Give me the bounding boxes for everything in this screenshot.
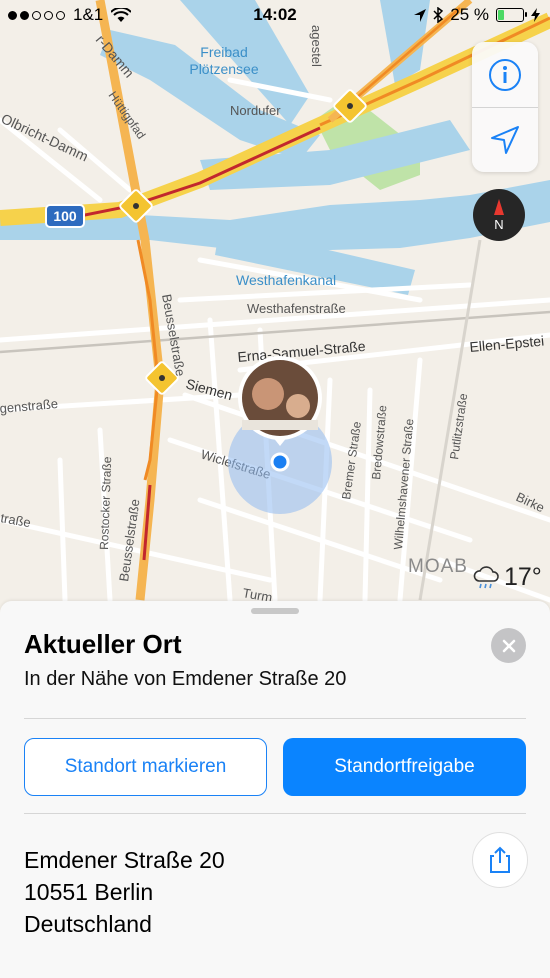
map-controls	[472, 42, 538, 172]
address-block: Emdener Straße 20 10551 Berlin Deutschla…	[24, 844, 225, 940]
map-label-ageste: agestel	[309, 25, 324, 67]
card-title: Aktueller Ort	[24, 629, 182, 659]
tracking-button[interactable]	[472, 107, 538, 172]
status-bar: 1&1 14:02 25 %	[0, 0, 550, 30]
address-country: Deutschland	[24, 911, 152, 937]
share-location-button[interactable]: Standortfreigabe	[283, 738, 526, 796]
weather-indicator: 17°	[472, 563, 542, 592]
share-icon	[490, 846, 510, 873]
info-icon	[489, 58, 521, 91]
sheet-grabber[interactable]	[251, 608, 299, 614]
location-arrow-icon	[491, 125, 519, 154]
highway-shield: 100	[45, 204, 85, 228]
battery-percent: 25 %	[450, 5, 489, 24]
svg-text:N: N	[494, 217, 503, 232]
address-city: 10551 Berlin	[24, 879, 154, 905]
address-street: Emdener Straße 20	[24, 847, 225, 873]
info-button[interactable]	[472, 42, 538, 108]
svg-text:100: 100	[53, 208, 77, 224]
divider	[24, 718, 526, 719]
current-location-dot[interactable]	[270, 452, 290, 472]
map-label-westhafenkanal: Westhafenkanal	[236, 272, 336, 288]
bluetooth-icon	[433, 7, 444, 23]
location-card: Aktueller Ort In der Nähe von Emdener St…	[0, 601, 550, 978]
compass-button[interactable]: N	[473, 189, 525, 241]
temperature: 17°	[504, 563, 542, 591]
close-button[interactable]	[491, 628, 526, 663]
card-subtitle: In der Nähe von Emdener Straße 20	[24, 668, 347, 690]
close-icon	[502, 639, 515, 652]
cloud-rain-icon	[473, 565, 499, 588]
map-label-freibad: Freibad	[200, 44, 247, 60]
divider	[24, 813, 526, 814]
map-label-ploetzensee: Plötzensee	[189, 61, 258, 77]
location-services-icon	[414, 8, 427, 22]
map-label-nordufer: Nordufer	[230, 103, 281, 118]
battery-icon	[496, 8, 527, 22]
compass-icon: N	[494, 199, 504, 232]
mark-location-button[interactable]: Standort markieren	[24, 738, 267, 796]
share-button[interactable]	[472, 832, 528, 888]
status-right: 25 %	[414, 5, 540, 25]
map-label-westhafenstrasse: Westhafenstraße	[247, 301, 346, 316]
map-label-moab: MOAB	[408, 556, 468, 577]
charging-bolt-icon	[531, 8, 540, 22]
